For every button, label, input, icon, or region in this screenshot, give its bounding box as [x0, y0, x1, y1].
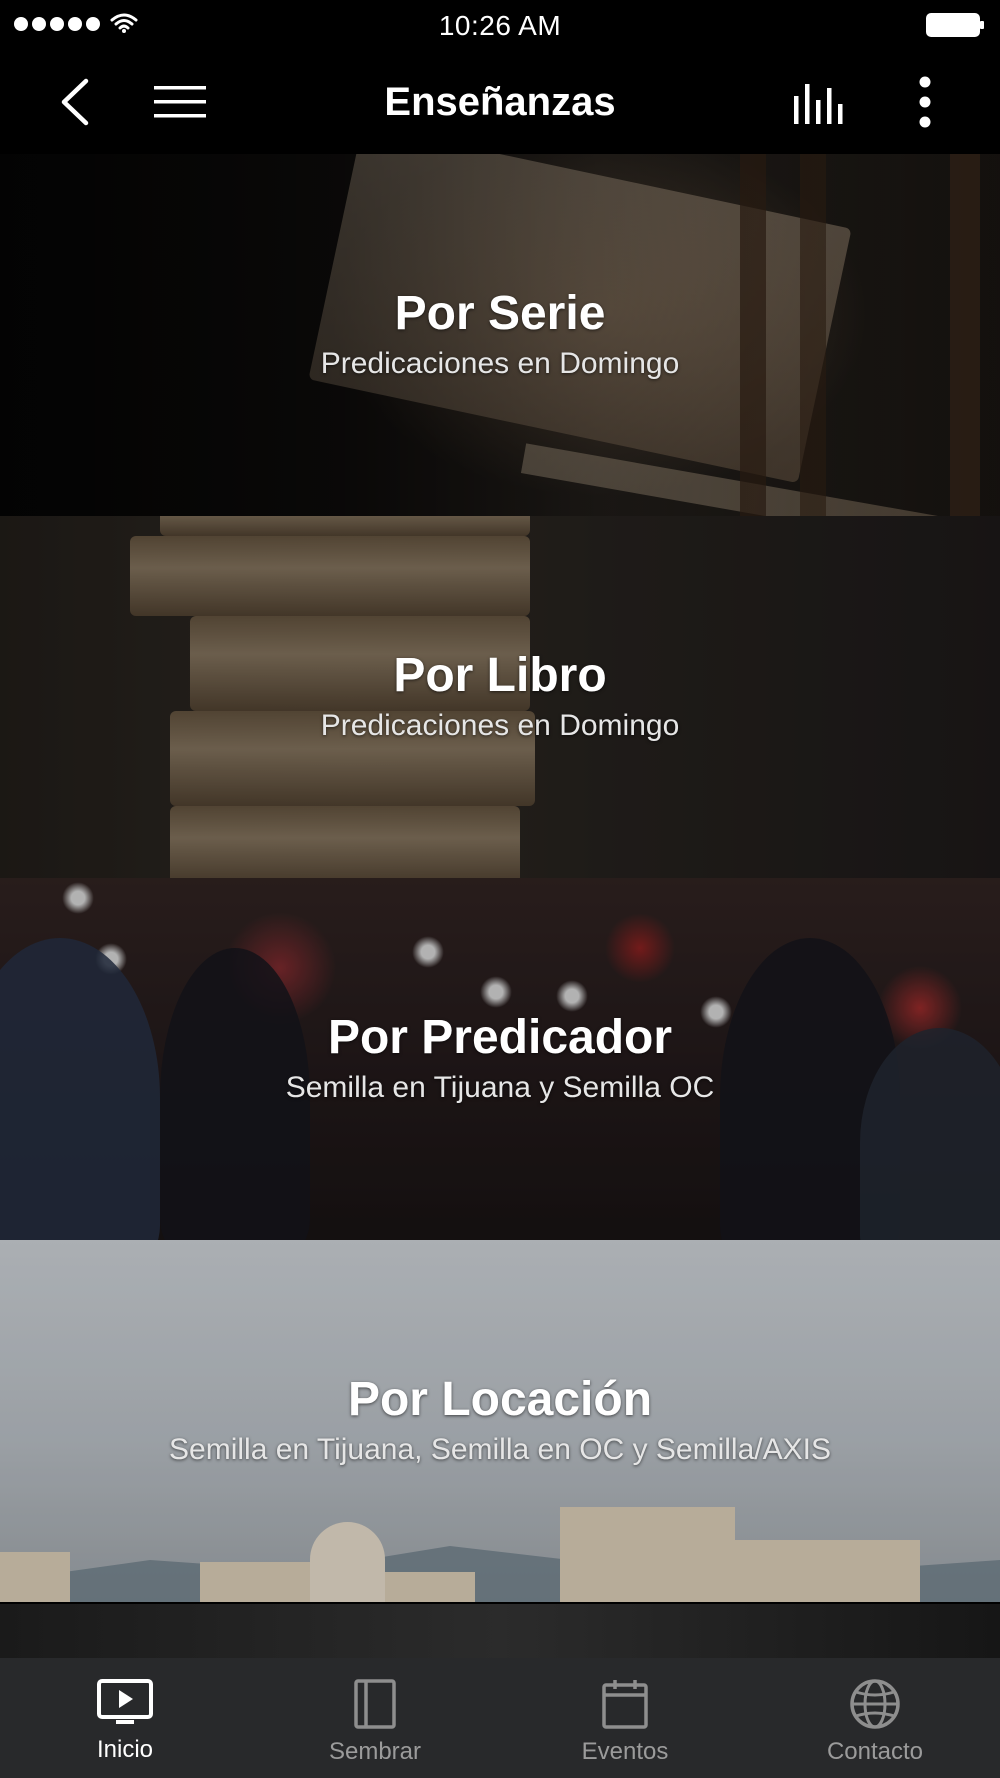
- calendar-icon: [602, 1680, 648, 1729]
- battery-icon: [926, 12, 986, 43]
- card-subtitle: Semilla en Tijuana y Semilla OC: [285, 1071, 715, 1105]
- tab-label: Sembrar: [328, 1738, 422, 1765]
- hamburger-menu-icon: [154, 86, 206, 118]
- status-bar: 10:26 AM: [0, 0, 1000, 50]
- page-title: Enseñanzas: [384, 79, 616, 124]
- card-por-predicador[interactable]: Por Predicador Semilla en Tijuana y Semi…: [0, 878, 1000, 1240]
- card-subtitle: Predicaciones en Domingo: [320, 347, 680, 381]
- teaching-categories-list: Por Serie Predicaciones en Domingo Por L…: [0, 154, 1000, 1602]
- card-por-serie[interactable]: Por Serie Predicaciones en Domingo: [0, 154, 1000, 516]
- menu-button[interactable]: [140, 50, 220, 154]
- card-subtitle: Predicaciones en Domingo: [320, 709, 680, 743]
- tab-label: Eventos: [581, 1738, 669, 1765]
- more-options-button[interactable]: [890, 50, 960, 154]
- card-subtitle: Semilla en Tijuana, Semilla en OC y Semi…: [169, 1433, 831, 1467]
- bottom-tab-bar: Inicio Sembrar Eventos Contacto: [0, 1658, 1000, 1778]
- audio-bars-button[interactable]: [780, 50, 860, 154]
- card-por-libro[interactable]: Por Libro Predicaciones en Domingo: [0, 516, 1000, 878]
- next-card-partial[interactable]: [0, 1604, 1000, 1658]
- tab-sembrar[interactable]: Sembrar: [250, 1658, 500, 1778]
- chevron-left-icon: [61, 78, 89, 126]
- tab-label: Contacto: [826, 1738, 924, 1765]
- app-screen: 10:26 AM Enseñanzas Por Serie Predicacio…: [0, 0, 1000, 1778]
- card-title: Por Predicador: [327, 1010, 673, 1064]
- card-por-locacion[interactable]: Por Locación Semilla en Tijuana, Semilla…: [0, 1240, 1000, 1602]
- vertical-dots-icon: [919, 76, 931, 128]
- tv-play-icon: [97, 1679, 153, 1724]
- card-title: Por Libro: [393, 648, 607, 702]
- card-title: Por Serie: [394, 286, 606, 340]
- status-time: 10:26 AM: [438, 10, 562, 41]
- tab-label: Inicio: [96, 1736, 154, 1763]
- globe-icon: [850, 1679, 900, 1729]
- back-button[interactable]: [40, 50, 110, 154]
- card-title: Por Locación: [347, 1372, 653, 1426]
- navigation-bar: Enseñanzas: [0, 50, 1000, 154]
- book-icon: [354, 1679, 396, 1729]
- tab-contacto[interactable]: Contacto: [750, 1658, 1000, 1778]
- tab-inicio[interactable]: Inicio: [0, 1658, 250, 1778]
- tab-eventos[interactable]: Eventos: [500, 1658, 750, 1778]
- equalizer-icon: [794, 84, 843, 124]
